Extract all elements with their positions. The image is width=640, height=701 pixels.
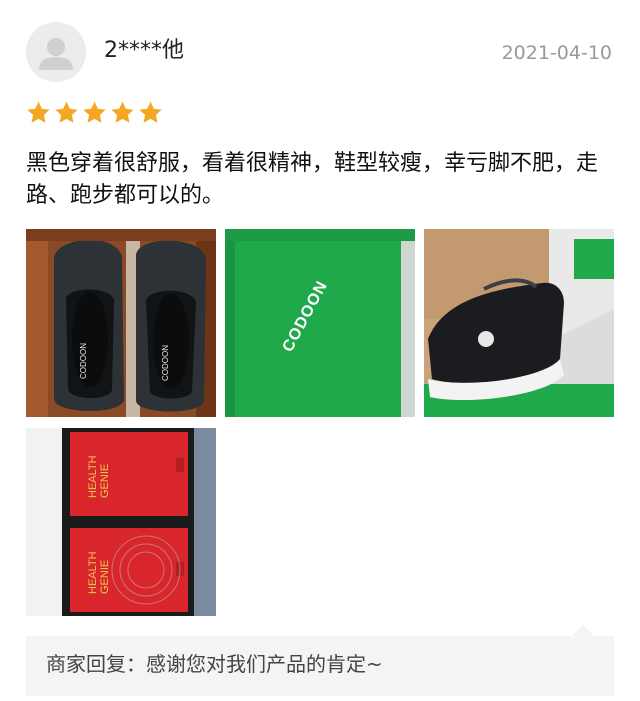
- reviewer-username: 2****他: [104, 38, 184, 63]
- box-label-2: GENIE: [99, 464, 111, 498]
- star-icon: [27, 101, 50, 123]
- box-label-4: GENIE: [99, 560, 111, 594]
- insole-brand-right: CODOON: [161, 345, 170, 381]
- review-photo-2[interactable]: CODOON: [225, 229, 415, 417]
- insole-brand-left: CODOON: [79, 343, 88, 379]
- merchant-reply: 商家回复：感谢您对我们产品的肯定~: [26, 625, 614, 696]
- review-card: 2****他 2021-04-10 黑色穿着很舒服，看着很精神，鞋型较瘦，幸亏脚…: [0, 0, 640, 701]
- star-icon: [55, 101, 78, 123]
- star-rating: [26, 100, 163, 125]
- review-photo-1[interactable]: CODOON CODOON: [26, 229, 216, 417]
- box-label-3: HEALTH: [87, 551, 99, 594]
- reply-caret: [572, 625, 594, 636]
- star-icon: [83, 101, 106, 123]
- box-label-1: HEALTH: [87, 455, 99, 498]
- user-avatar[interactable]: [26, 22, 86, 82]
- avatar-placeholder-icon: [39, 38, 73, 70]
- red-boxes-image: HEALTH GENIE HEALTH GENIE: [26, 428, 216, 616]
- review-date: 2021-04-10: [501, 42, 612, 64]
- green-shoebox-image: CODOON: [225, 229, 415, 417]
- review-photo-4[interactable]: HEALTH GENIE HEALTH GENIE: [26, 428, 216, 616]
- star-icon: [111, 101, 134, 123]
- merchant-reply-text: 商家回复：感谢您对我们产品的肯定~: [46, 652, 383, 676]
- shoes-top-view-image: CODOON CODOON: [26, 229, 216, 417]
- review-photo-3[interactable]: [424, 229, 614, 417]
- review-text: 黑色穿着很舒服，看着很精神，鞋型较瘦，幸亏脚不肥，走路、跑步都可以的。: [26, 151, 599, 208]
- shoe-in-box-image: [424, 229, 614, 417]
- star-icon: [139, 101, 162, 123]
